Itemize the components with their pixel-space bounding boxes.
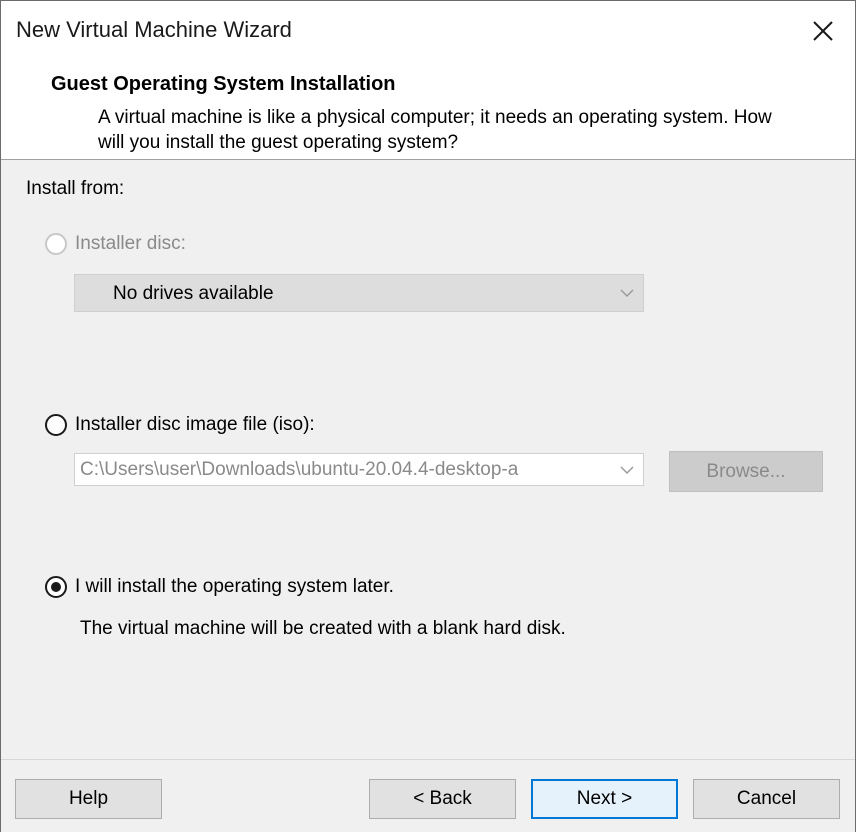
title-bar: New Virtual Machine Wizard [1, 1, 855, 61]
wizard-header: Guest Operating System Installation A vi… [1, 61, 855, 160]
iso-option[interactable]: Installer disc image file (iso): [45, 412, 365, 440]
page-title: Guest Operating System Installation [51, 73, 396, 95]
installer-disc-option[interactable]: Installer disc: [45, 231, 215, 259]
installer-disc-dropdown-value: No drives available [113, 283, 274, 304]
close-icon [813, 21, 833, 41]
page-description: A virtual machine is like a physical com… [98, 107, 772, 153]
installer-disc-radio[interactable] [45, 233, 67, 255]
iso-path-combobox[interactable]: C:\Users\user\Downloads\ubuntu-20.04.4-d… [74, 453, 644, 486]
window-title: New Virtual Machine Wizard [16, 17, 292, 42]
wizard-window: New Virtual Machine Wizard Guest Operati… [0, 0, 856, 832]
cancel-button[interactable]: Cancel [693, 779, 840, 819]
install-later-label: I will install the operating system late… [75, 576, 394, 597]
install-later-radio[interactable] [45, 576, 67, 598]
chevron-down-icon [620, 466, 634, 475]
back-button[interactable]: < Back [369, 779, 516, 819]
installer-disc-dropdown[interactable]: No drives available [74, 274, 644, 312]
help-button[interactable]: Help [15, 779, 162, 819]
chevron-down-icon [620, 289, 634, 298]
iso-path-value: C:\Users\user\Downloads\ubuntu-20.04.4-d… [80, 459, 519, 480]
browse-button[interactable]: Browse... [669, 451, 823, 492]
iso-radio[interactable] [45, 414, 67, 436]
install-later-note: The virtual machine will be created with… [80, 618, 566, 639]
install-from-label: Install from: [26, 178, 125, 199]
installer-disc-label: Installer disc: [75, 233, 186, 254]
next-button[interactable]: Next > [531, 779, 678, 819]
install-later-option[interactable]: I will install the operating system late… [45, 574, 455, 602]
iso-label: Installer disc image file (iso): [75, 414, 315, 435]
close-button[interactable] [791, 1, 855, 61]
